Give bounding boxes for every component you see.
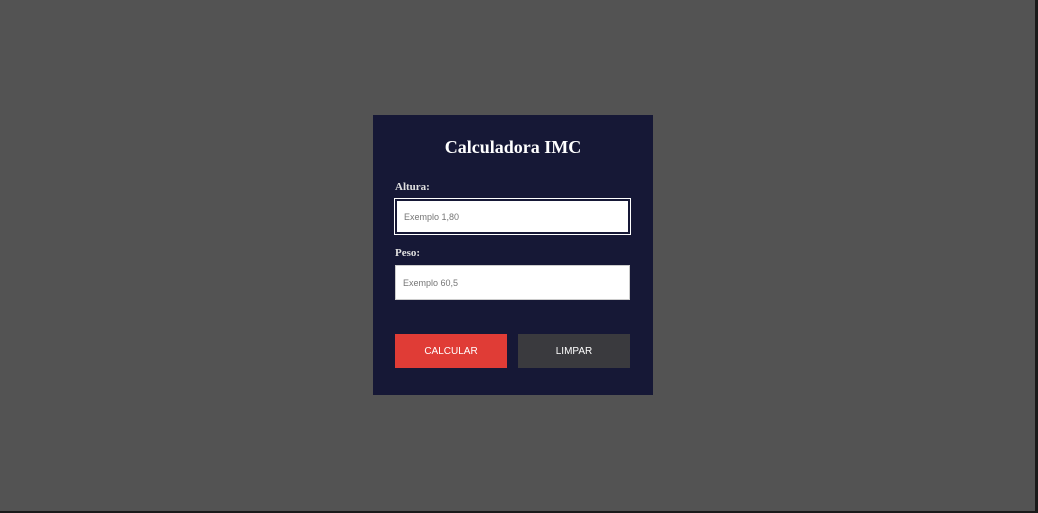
weight-input[interactable] bbox=[395, 265, 630, 300]
calculate-button[interactable]: CALCULAR bbox=[395, 334, 507, 368]
page-background: Calculadora IMC Altura: Peso: CALCULAR L… bbox=[0, 0, 1035, 511]
weight-label: Peso: bbox=[395, 247, 421, 259]
calculator-title: Calculadora IMC bbox=[444, 137, 582, 157]
height-input[interactable] bbox=[395, 199, 630, 234]
height-label: Altura: bbox=[395, 181, 430, 193]
bmi-calculator-card: Calculadora IMC Altura: Peso: CALCULAR L… bbox=[373, 115, 653, 395]
clear-button[interactable]: LIMPAR bbox=[518, 334, 630, 368]
